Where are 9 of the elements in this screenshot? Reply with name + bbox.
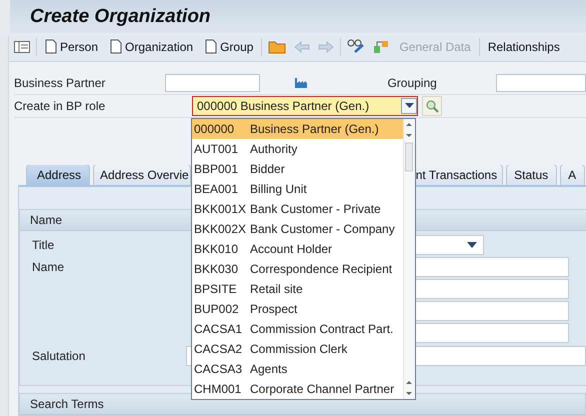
field-label: Name (32, 260, 66, 274)
section-title: Name (30, 213, 62, 227)
field-label: Title (32, 238, 56, 252)
section-title: Search Terms (30, 397, 104, 411)
field-label: Grouping (387, 76, 438, 90)
field-label: Business Partner (14, 76, 106, 90)
field-label: Create in BP role (14, 98, 106, 113)
field-label: Salutation (32, 349, 86, 363)
window-title: Create Organization (30, 6, 211, 28)
